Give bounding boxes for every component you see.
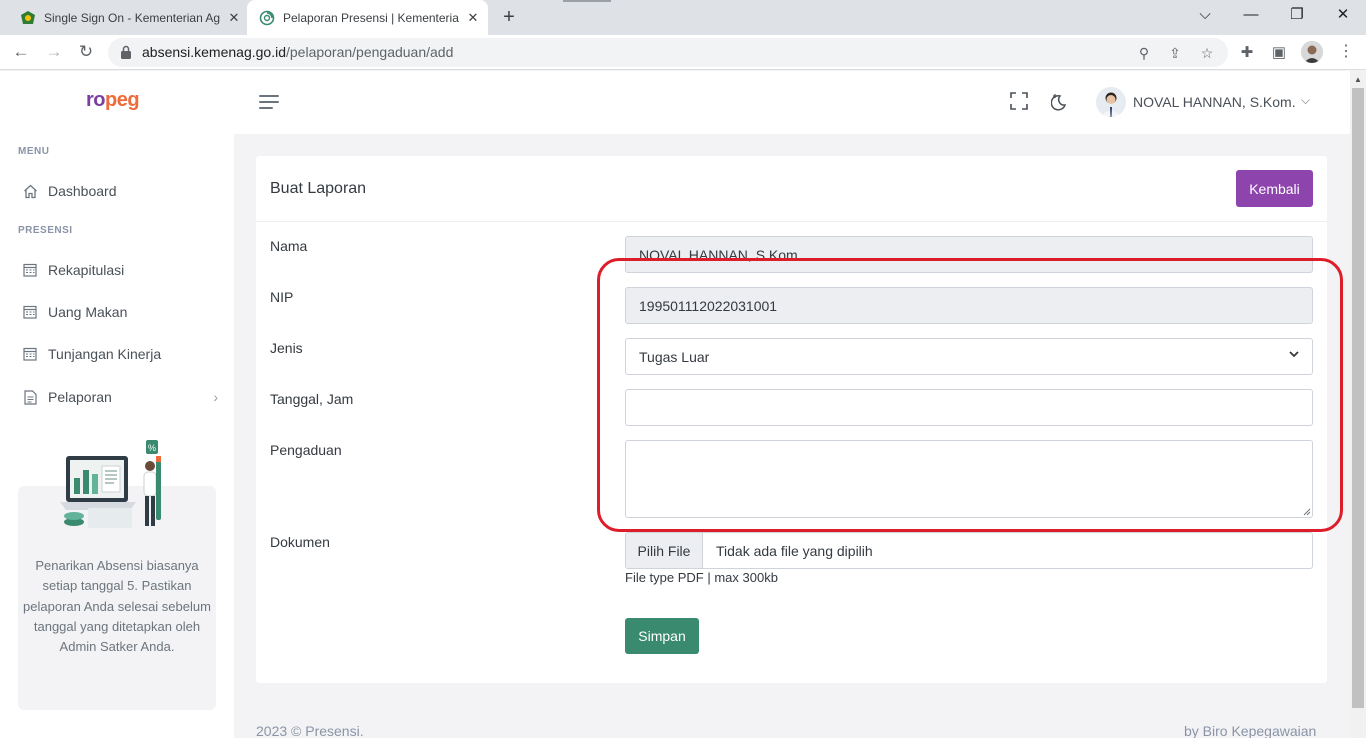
card-header: Buat Laporan Kembali [256, 156, 1327, 222]
page-scrollbar[interactable]: ▲ [1350, 71, 1366, 738]
jenis-select[interactable]: Tugas Luar [625, 338, 1313, 375]
sidebar-item-label: Uang Makan [48, 304, 128, 320]
kemenag-logo-icon [20, 10, 36, 26]
sidebar-item-label: Dashboard [48, 183, 117, 199]
url-host: absensi.kemenag.go.id [142, 44, 286, 60]
choose-file-button[interactable]: Pilih File [626, 533, 703, 568]
sidebar-item-rekapitulasi[interactable]: Rekapitulasi [22, 258, 218, 282]
user-name[interactable]: NOVAL HANNAN, S.Kom. [1133, 94, 1296, 110]
tab-search-chevron-icon[interactable]: ⌵ [1182, 0, 1228, 30]
nama-label: Nama [270, 238, 308, 254]
new-tab-icon[interactable]: + [498, 6, 520, 28]
close-tab-icon[interactable]: ✕ [465, 10, 481, 26]
back-button[interactable]: Kembali [1236, 170, 1313, 207]
file-help-text: File type PDF | max 300kb [625, 570, 778, 585]
sidebar-item-uang-makan[interactable]: Uang Makan [22, 300, 218, 324]
chevron-down-icon [1288, 348, 1300, 363]
resize-grip-icon[interactable] [1303, 508, 1311, 516]
nip-field[interactable]: 199501112022031001 [625, 287, 1313, 324]
dokumen-file-input[interactable]: Pilih File Tidak ada file yang dipilih [625, 532, 1313, 569]
scrollbar-thumb[interactable] [1352, 88, 1364, 708]
spiral-favicon-icon [259, 10, 275, 26]
fullscreen-icon[interactable] [1009, 92, 1029, 112]
report-form-card: Buat Laporan Kembali Nama NOVAL HANNAN, … [256, 156, 1327, 683]
logo-prefix: ro [86, 89, 106, 111]
page-title: Buat Laporan [270, 180, 367, 197]
logo-suffix: peg [105, 89, 140, 111]
calendar-icon [22, 262, 38, 278]
file-name-text: Tidak ada file yang dipilih [716, 542, 873, 559]
app-logo[interactable]: ropeg [86, 89, 140, 112]
address-bar[interactable]: absensi.kemenag.go.id/pelaporan/pengadua… [108, 38, 1228, 67]
url-text: absensi.kemenag.go.id/pelaporan/pengadua… [142, 44, 453, 60]
pengaduan-textarea[interactable] [625, 440, 1313, 518]
forward-arrow-icon[interactable]: → [41, 39, 67, 65]
browser-menu-icon[interactable]: ⋮ [1336, 41, 1356, 63]
minimize-icon[interactable]: — [1228, 0, 1274, 30]
lock-icon[interactable] [120, 45, 132, 59]
dark-mode-moon-icon[interactable] [1050, 92, 1071, 112]
nama-field[interactable]: NOVAL HANNAN, S.Kom. [625, 236, 1313, 273]
sidebar: ropeg MENU Dashboard PRESENSI Rekapitula… [0, 71, 234, 738]
calendar-icon [22, 304, 38, 320]
dokumen-label: Dokumen [270, 534, 330, 550]
chevron-right-icon: › [213, 389, 218, 405]
user-avatar[interactable] [1096, 87, 1126, 117]
pengaduan-label: Pengaduan [270, 442, 342, 458]
nip-label: NIP [270, 289, 294, 305]
top-navbar: NOVAL HANNAN, S.Kom. ⌵ [234, 71, 1350, 134]
info-text: Penarikan Absensi biasanya setiap tangga… [23, 558, 211, 655]
sidebar-item-label: Pelaporan [48, 389, 112, 405]
zoom-icon[interactable]: ⚲ [1136, 45, 1152, 61]
scroll-up-arrow-icon[interactable]: ▲ [1354, 75, 1362, 84]
tab-strip-indicator [563, 0, 611, 2]
browser-tab-pelaporan[interactable]: Pelaporan Presensi | Kementerian Agama ✕ [247, 0, 488, 35]
document-icon [22, 389, 38, 405]
footer-credit: by Biro Kepegawaian [1184, 723, 1317, 738]
side-panel-icon[interactable]: ▣ [1270, 44, 1288, 62]
save-button[interactable]: Simpan [625, 618, 699, 654]
close-window-icon[interactable]: ✕ [1320, 0, 1366, 30]
laptop-chart-illustration: % [60, 440, 161, 528]
web-page: ropeg MENU Dashboard PRESENSI Rekapitula… [0, 71, 1350, 738]
profile-avatar-icon[interactable] [1301, 41, 1323, 63]
tanggal-jam-input[interactable] [625, 389, 1313, 426]
home-icon [22, 183, 38, 199]
sidebar-item-pelaporan[interactable]: Pelaporan › [22, 385, 218, 409]
tanggal-jam-label: Tanggal, Jam [270, 391, 354, 407]
sidebar-item-tunjangan-kinerja[interactable]: Tunjangan Kinerja [22, 342, 218, 366]
url-path: /pelaporan/pengaduan/add [286, 44, 454, 60]
presensi-section-title: PRESENSI [18, 225, 73, 236]
back-arrow-icon[interactable]: ← [8, 39, 34, 65]
browser-tab-bar: Single Sign On - Kementerian Agama ✕ Pel… [0, 0, 1366, 35]
bookmark-star-icon[interactable]: ☆ [1199, 45, 1215, 61]
svg-text:%: % [148, 443, 156, 453]
tab-title: Single Sign On - Kementerian Agama [44, 10, 220, 25]
browser-tab-sso[interactable]: Single Sign On - Kementerian Agama ✕ [12, 0, 247, 35]
footer-copyright: 2023 © Presensi. [256, 723, 364, 738]
browser-toolbar: ← → ↻ absensi.kemenag.go.id/pelaporan/pe… [0, 35, 1366, 70]
sidebar-item-dashboard[interactable]: Dashboard [22, 179, 218, 203]
extensions-puzzle-icon[interactable]: ✚ [1238, 44, 1256, 62]
sidebar-item-label: Tunjangan Kinerja [48, 346, 162, 362]
jenis-selected-value: Tugas Luar [639, 348, 710, 365]
jenis-label: Jenis [270, 340, 303, 356]
restore-icon[interactable]: ❐ [1274, 0, 1320, 30]
reload-icon[interactable]: ↻ [73, 39, 99, 65]
sidebar-item-label: Rekapitulasi [48, 262, 125, 278]
share-icon[interactable]: ⇪ [1167, 45, 1183, 61]
tab-title: Pelaporan Presensi | Kementerian Agama [283, 10, 459, 25]
chevron-down-icon[interactable]: ⌵ [1301, 93, 1310, 108]
hamburger-menu-icon[interactable] [259, 95, 279, 109]
close-tab-icon[interactable]: ✕ [226, 10, 242, 26]
menu-section-title: MENU [18, 146, 50, 157]
calendar-icon [22, 346, 38, 362]
